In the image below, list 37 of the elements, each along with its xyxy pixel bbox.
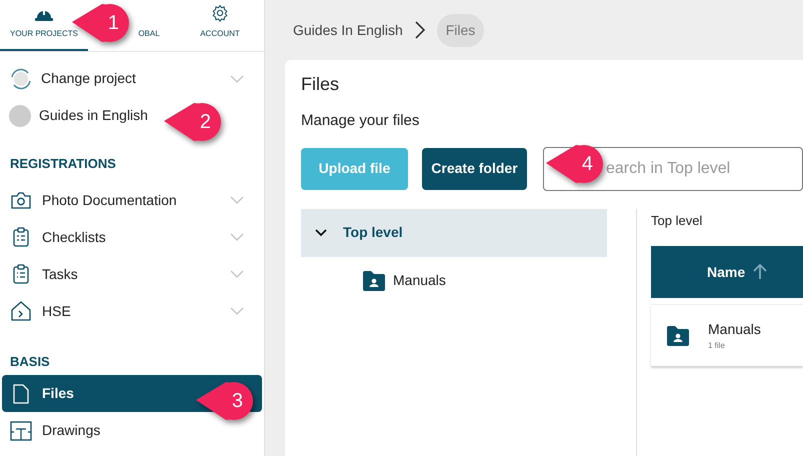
- tree-item[interactable]: Top level: [301, 208, 607, 256]
- callout-tooltip: 3: [196, 380, 256, 422]
- table-row[interactable]: Manuals 1 file: [651, 304, 803, 366]
- breadcrumb-link[interactable]: Guides In English: [293, 20, 403, 40]
- project-switch-icon: [9, 66, 33, 90]
- hard-hat-icon: [34, 8, 54, 22]
- house-icon: [10, 301, 32, 321]
- clipboard-icon: [12, 264, 30, 284]
- tree-item[interactable]: Manuals: [301, 256, 607, 304]
- folder-icon: [362, 270, 386, 292]
- page-subtitle: Manage your files: [301, 111, 420, 131]
- settings-icon: [211, 4, 229, 22]
- project-menu-item[interactable]: Guides in English: [0, 97, 152, 134]
- listing-heading: Top level: [651, 212, 704, 230]
- drawing-icon: [10, 420, 32, 440]
- nav-tab[interactable]: ACCOUNT: [176, 0, 264, 51]
- section-heading: REGISTRATIONS: [9, 155, 117, 173]
- callout-tooltip: 2: [164, 101, 224, 143]
- callout-tooltip: 4: [546, 143, 606, 185]
- sidebar-item[interactable]: Checklists: [2, 218, 262, 256]
- sidebar-item[interactable]: Photo Documentation: [2, 182, 262, 218]
- file-detail: 1 file: [708, 340, 726, 352]
- folder-icon: [666, 324, 690, 346]
- document-icon: [13, 384, 29, 404]
- section-heading: BASIS: [9, 352, 51, 370]
- chevron-down-icon: [315, 228, 327, 236]
- chevron-right-icon: [414, 21, 425, 39]
- project-menu-item[interactable]: Change project: [0, 60, 264, 97]
- create-folder-button[interactable]: Create folder: [422, 148, 527, 190]
- column-header[interactable]: Name: [707, 262, 768, 282]
- file-name: Manuals: [708, 320, 761, 339]
- camera-icon: [11, 191, 31, 209]
- page-title: Files: [301, 73, 340, 96]
- clipboard-icon: [12, 227, 30, 247]
- avatar-icon: [9, 104, 31, 126]
- sidebar-item[interactable]: Tasks: [2, 256, 262, 292]
- sidebar-item[interactable]: HSE: [2, 292, 262, 330]
